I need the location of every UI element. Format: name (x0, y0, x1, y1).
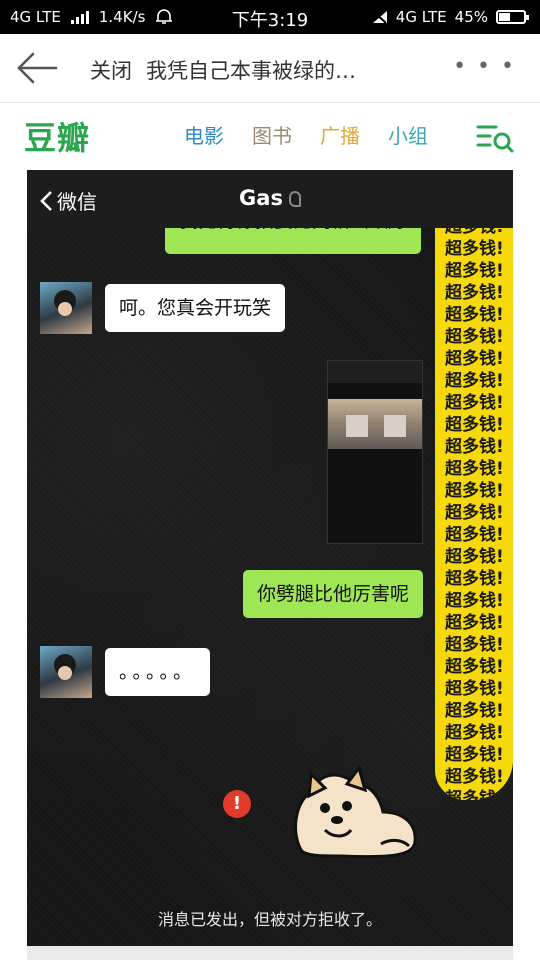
nav-movies[interactable]: 电影 (184, 120, 224, 149)
signal-muted-icon (372, 11, 387, 24)
nav-books[interactable]: 图书 (252, 120, 292, 149)
browser-toolbar: 关闭 我凭自己本事被绿的… • • • (0, 34, 540, 103)
status-bar: 4G LTE 1.4K/s 下午3:19 4G LTE 45% (0, 0, 540, 34)
douban-logo[interactable]: 豆瓣 (24, 113, 90, 159)
post-image: 超多钱!超多钱!超多钱!超多钱!超多钱!超多钱!超多钱!超多钱!超多钱!超多钱!… (27, 170, 513, 946)
shiba-dog-sticker (294, 764, 417, 859)
message-rejected-notice: 消息已发出，但被对方拒收了。 (157, 910, 382, 929)
network-speed: 1.4K/s (98, 8, 146, 26)
more-options-button[interactable]: • • • (453, 54, 516, 79)
site-nav: 电影 图书 广播 小组 (184, 120, 428, 149)
contact-avatar (40, 282, 92, 334)
message-bubble-left: 。。。。。 (105, 648, 211, 696)
content-divider (27, 946, 513, 960)
site-header: 豆瓣 电影 图书 广播 小组 (0, 103, 540, 165)
ear-icon (288, 191, 301, 207)
message-bubble-left: 呵。您真会开玩笑 (105, 284, 286, 332)
message-bubble-right: 你劈腿比他厉害呢 (243, 570, 424, 618)
send-failed-icon: ! (223, 790, 251, 818)
notification-icon (156, 9, 173, 24)
sticker-strip: 超多钱!超多钱!超多钱!超多钱!超多钱!超多钱!超多钱!超多钱!超多钱!超多钱!… (435, 170, 513, 800)
back-arrow-icon[interactable] (16, 52, 58, 84)
menu-search-icon[interactable] (476, 121, 514, 153)
close-button[interactable]: 关闭 (90, 55, 132, 85)
battery-icon (496, 10, 529, 24)
image-message (327, 360, 423, 544)
wechat-header: 微信 Gas (27, 170, 513, 228)
browser-title-area: 关闭 我凭自己本事被绿的… (90, 55, 356, 85)
battery-percent: 45% (454, 8, 488, 26)
page-title: 我凭自己本事被绿的… (146, 59, 356, 83)
nav-groups[interactable]: 小组 (388, 120, 428, 149)
network-type-right: 4G LTE (395, 8, 447, 26)
network-type-left: 4G LTE (10, 8, 61, 26)
status-right: 4G LTE 45% (372, 8, 529, 26)
chat-contact-name: Gas (27, 186, 513, 210)
nav-broadcast[interactable]: 广播 (320, 120, 360, 149)
contact-avatar (40, 646, 92, 698)
status-left: 4G LTE 1.4K/s (10, 8, 173, 26)
image-message-video (328, 399, 422, 449)
signal-icon (70, 10, 89, 24)
image-message-topbar (328, 361, 422, 383)
